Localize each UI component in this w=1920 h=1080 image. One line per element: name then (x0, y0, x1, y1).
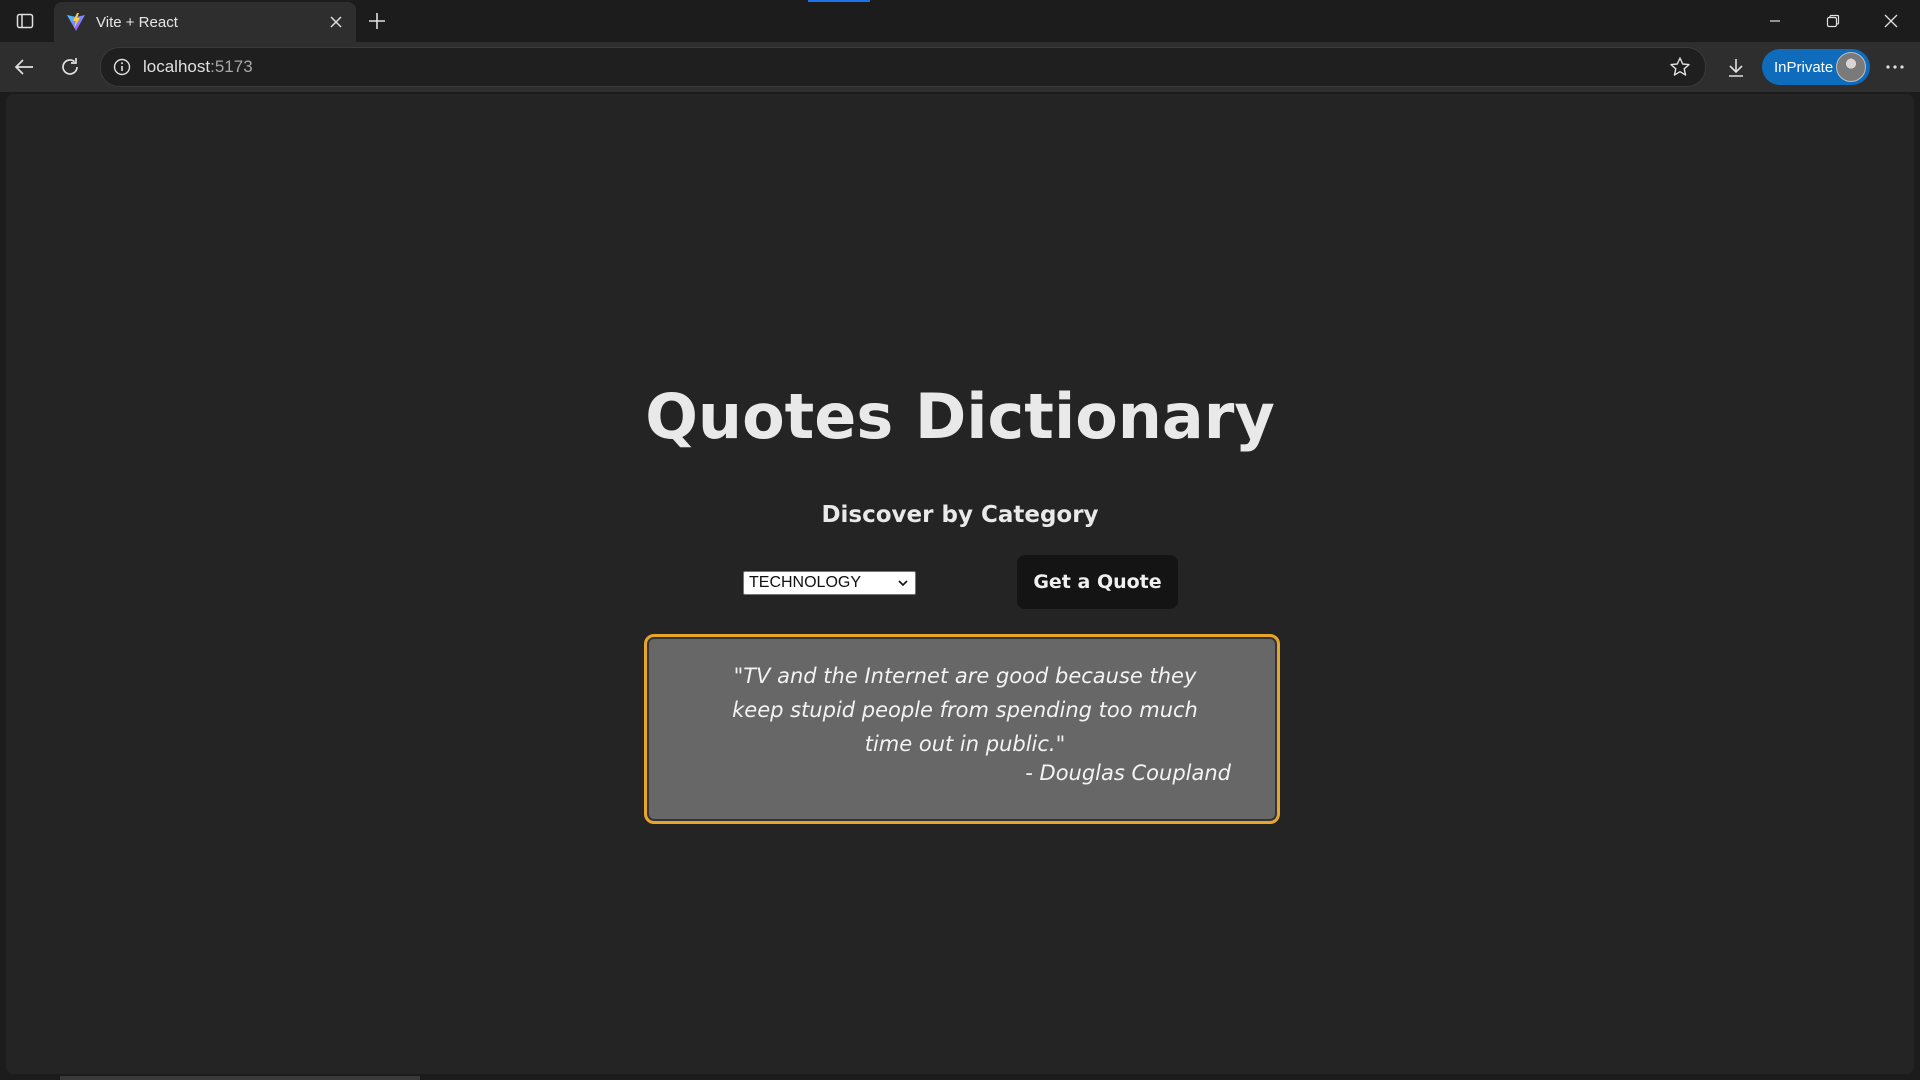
quote-author: - Douglas Coupland (1025, 761, 1231, 785)
avatar (1836, 52, 1866, 82)
refresh-button[interactable] (53, 50, 87, 84)
new-tab-button[interactable] (362, 6, 392, 36)
close-tab-button[interactable] (322, 8, 350, 36)
close-window-button[interactable] (1862, 0, 1920, 42)
category-select[interactable]: TECHNOLOGY (743, 571, 916, 595)
browser-toolbar: localhost:5173 InPrivate (0, 42, 1920, 92)
refresh-icon (62, 58, 78, 75)
arrow-left-icon (14, 59, 33, 75)
close-icon (1884, 14, 1898, 28)
url-port: :5173 (210, 57, 253, 76)
settings-more-button[interactable] (1878, 50, 1912, 84)
page-viewport: Quotes Dictionary Discover by Category T… (6, 94, 1914, 1074)
category-selected-value: TECHNOLOGY (749, 574, 862, 591)
horizontal-scrollbar[interactable] (60, 1076, 420, 1080)
vite-logo-icon (66, 12, 86, 32)
title-bar: Vite + React (0, 0, 1920, 42)
download-icon (1729, 59, 1743, 77)
chevron-down-icon (898, 580, 908, 587)
tab-title: Vite + React (96, 13, 178, 31)
plus-icon (369, 13, 385, 29)
back-button[interactable] (7, 50, 41, 84)
browser-tab[interactable]: Vite + React (54, 2, 356, 42)
category-heading: Discover by Category (821, 502, 1099, 528)
url-text[interactable]: localhost:5173 (143, 57, 1665, 77)
quote-card: "TV and the Internet are good because th… (644, 634, 1280, 824)
restore-button[interactable] (1804, 0, 1862, 42)
favorite-button[interactable] (1665, 52, 1695, 82)
tab-actions-button[interactable] (8, 6, 42, 36)
downloads-button[interactable] (1719, 50, 1753, 84)
star-icon (1670, 57, 1690, 76)
more-icon (1886, 65, 1904, 69)
minimize-button[interactable] (1746, 0, 1804, 42)
get-quote-button[interactable]: Get a Quote (1017, 555, 1178, 609)
inprivate-profile-button[interactable]: InPrivate (1762, 49, 1870, 85)
quote-text: "TV and the Internet are good because th… (732, 664, 1198, 756)
close-icon (330, 16, 342, 28)
drag-indicator (808, 0, 870, 2)
url-host: localhost (143, 57, 211, 76)
site-info-icon[interactable] (111, 56, 133, 78)
tab-actions-icon (16, 13, 34, 29)
restore-icon (1826, 14, 1840, 28)
address-bar[interactable]: localhost:5173 (100, 47, 1706, 87)
minimize-icon (1770, 20, 1780, 22)
page-title: Quotes Dictionary (645, 380, 1275, 453)
inprivate-label: InPrivate (1774, 58, 1834, 76)
